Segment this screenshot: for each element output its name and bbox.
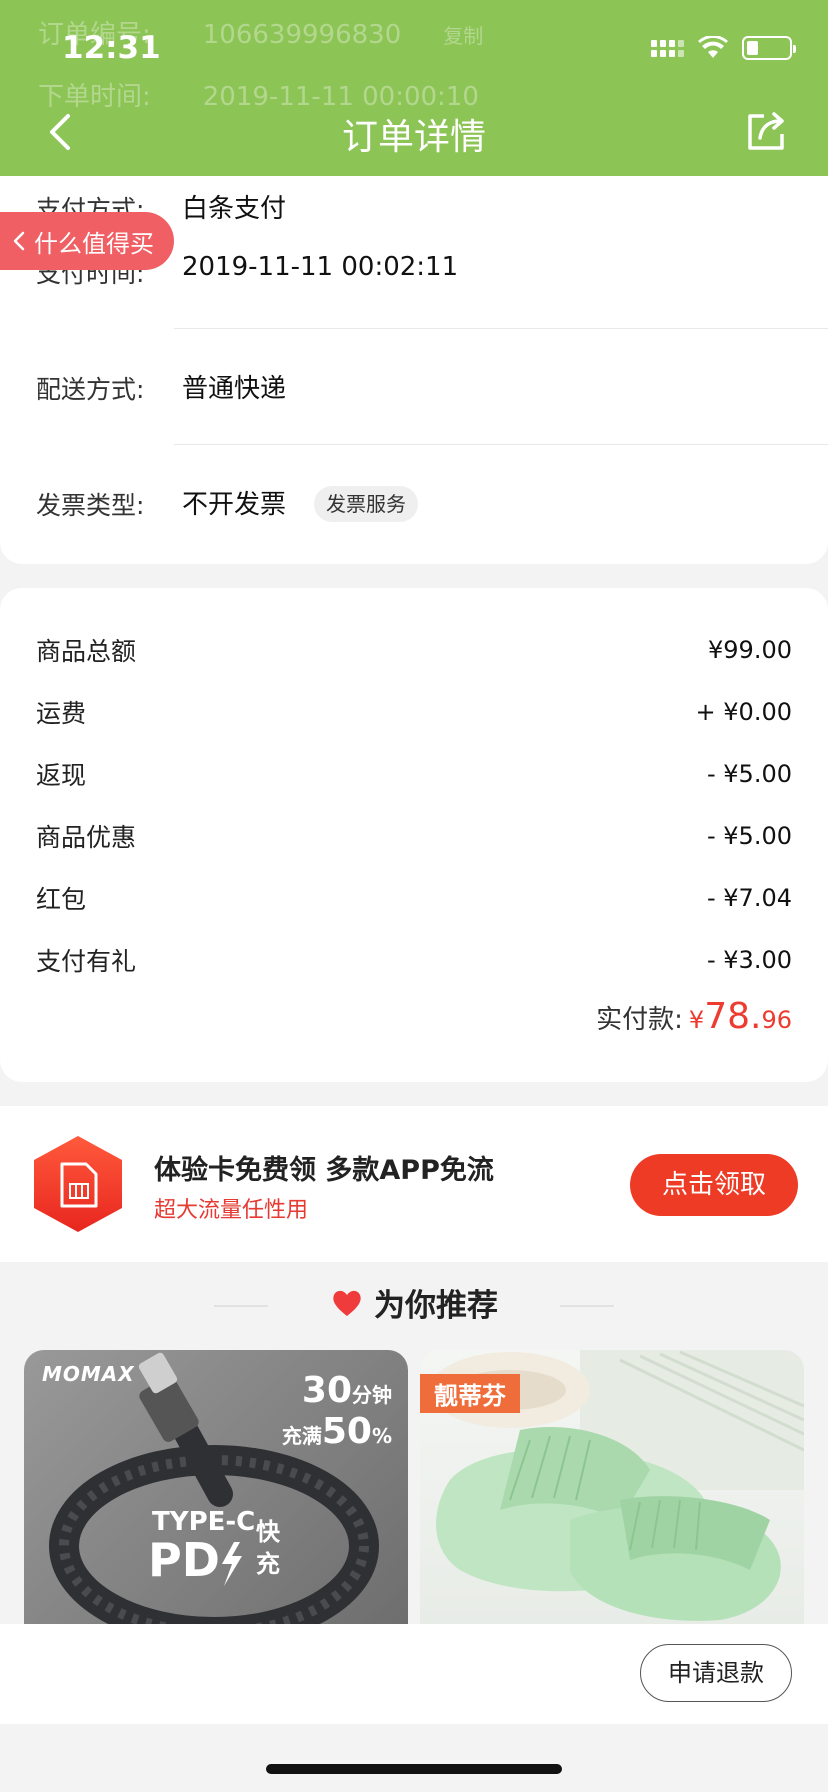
heart-icon [333, 1290, 361, 1316]
fee-label: 红包 [36, 885, 87, 914]
cable-text-2: PD [148, 1533, 220, 1587]
fee-amount: - ¥3.00 [707, 946, 792, 974]
ghost-order-number-value: 106639996830 [202, 20, 402, 50]
recommend-title: 为你推荐 [374, 1288, 498, 1324]
chevron-left-icon [13, 231, 25, 251]
bottom-action-bar: 申请退款 [0, 1624, 828, 1724]
paid-amount-integer: 78. [704, 996, 762, 1037]
refund-button[interactable]: 申请退款 [640, 1644, 792, 1702]
share-icon[interactable] [744, 108, 790, 154]
paid-total: 实付款: ¥ 78. 96 [596, 996, 792, 1037]
divider [174, 328, 828, 329]
ghost-copy-label: 复制 [443, 24, 484, 48]
fee-label: 商品优惠 [36, 823, 137, 852]
fee-row: 返现 - ¥5.00 [36, 754, 792, 794]
invoice-value: 不开发票 [182, 490, 287, 520]
cable-text-3: 快 [256, 1518, 281, 1546]
brand-tag: 靓蒂芬 [420, 1374, 520, 1413]
promo-subtitle: 超大流量任性用 [154, 1198, 309, 1223]
fee-amount: ¥99.00 [708, 636, 792, 664]
recommend-heading: 为你推荐 [0, 1280, 828, 1325]
fee-amount: + ¥0.00 [695, 698, 792, 726]
cable-text-4: 充 [256, 1550, 280, 1578]
paid-currency: ¥ [688, 1006, 705, 1034]
invoice-service-chip[interactable]: 发票服务 [314, 486, 418, 522]
product-card-slippers[interactable]: 靓蒂芬 [420, 1350, 804, 1626]
flow-card-promo[interactable]: 体验卡免费领 多款APP免流 超大流量任性用 点击领取 [0, 1106, 828, 1262]
claim-button[interactable]: 点击领取 [630, 1154, 798, 1216]
promo-title: 体验卡免费领 多款APP免流 [154, 1155, 494, 1186]
product-card-momax[interactable]: MOMAX 30分钟 充满50% TYPE-C PD 快 充 [24, 1350, 408, 1626]
divider [174, 444, 828, 445]
signal-icon [651, 39, 684, 57]
top-header: 订单编号: 106639996830 复制 下单时间: 2019-11-11 00:0… [0, 0, 828, 176]
fee-row: 商品优惠 - ¥5.00 [36, 816, 792, 856]
delivery-value: 普通快递 [182, 374, 287, 404]
fee-label: 支付有礼 [36, 947, 137, 976]
floating-tag-label: 什么值得买 [34, 229, 154, 258]
fee-row: 运费 + ¥0.00 [36, 692, 792, 732]
pay-method-value: 白条支付 [182, 194, 287, 224]
fee-summary-card: 商品总额 ¥99.00 运费 + ¥0.00 返现 - ¥5.00 商品优惠 -… [0, 588, 828, 1082]
battery-icon [742, 36, 796, 60]
page-title: 订单详情 [341, 117, 486, 158]
paid-label: 实付款: [596, 1005, 683, 1035]
fee-amount: - ¥7.04 [707, 884, 792, 912]
fee-amount: - ¥5.00 [707, 822, 792, 850]
fee-label: 商品总额 [36, 637, 137, 666]
fee-row: 支付有礼 - ¥3.00 [36, 940, 792, 980]
home-indicator[interactable] [266, 1764, 562, 1774]
cable-image: TYPE-C PD 快 充 [49, 1352, 379, 1626]
status-time: 12:31 [62, 30, 161, 66]
fee-label: 返现 [36, 761, 87, 790]
fee-row: 商品总额 ¥99.00 [36, 630, 792, 670]
delivery-label: 配送方式: [36, 375, 145, 404]
fee-row: 红包 - ¥7.04 [36, 878, 792, 918]
invoice-label: 发票类型: [36, 491, 145, 520]
status-icons [651, 36, 796, 60]
smzdm-floating-tag[interactable]: 什么值得买 [0, 212, 174, 270]
fee-label: 运费 [36, 699, 87, 728]
paid-amount-decimal: 96 [761, 1006, 792, 1034]
fee-amount: - ¥5.00 [707, 760, 792, 788]
pay-time-value: 2019-11-11 00:02:11 [182, 252, 459, 282]
sim-card-icon [34, 1136, 122, 1232]
wifi-icon [698, 36, 728, 58]
